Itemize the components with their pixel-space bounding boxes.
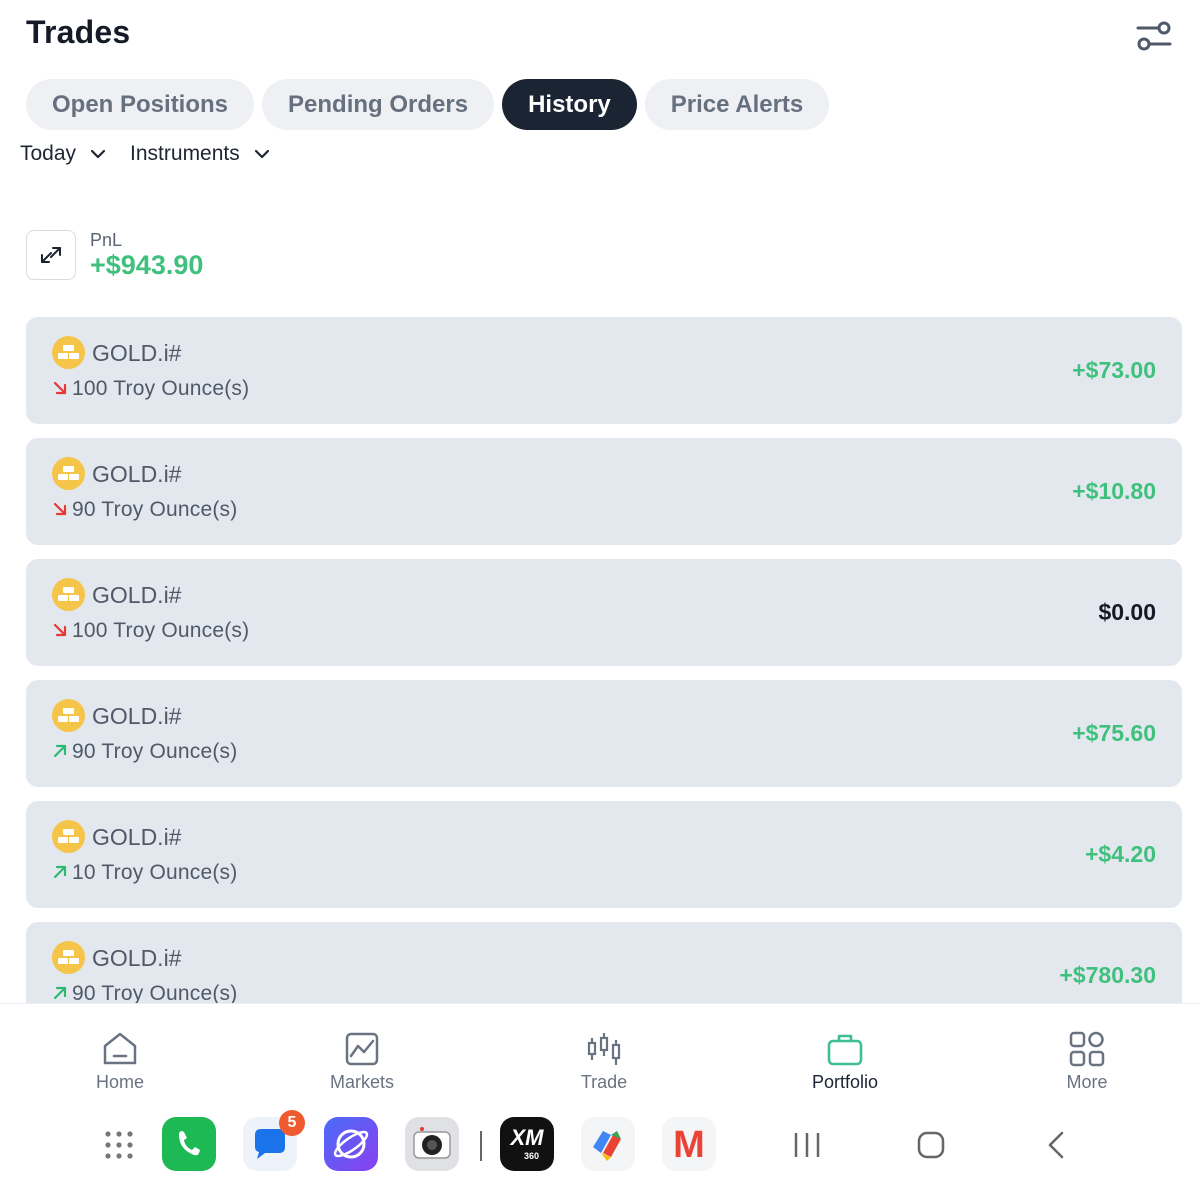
arrow-up-right-icon: [53, 744, 67, 758]
messages-badge: 5: [279, 1110, 305, 1136]
chart-icon: [345, 1032, 379, 1066]
xm-label: XM: [510, 1125, 544, 1150]
trade-symbol: GOLD.i#: [92, 340, 182, 366]
trade-symbol: GOLD.i#: [92, 945, 182, 971]
pnl-toggle-button[interactable]: [26, 230, 76, 280]
trade-symbol: GOLD.i#: [92, 824, 182, 850]
camera-app-icon[interactable]: [405, 1117, 459, 1171]
trade-card[interactable]: GOLD.i# 90 Troy Ounce(s) +$780.30: [26, 922, 1182, 1003]
phone-app-icon[interactable]: [162, 1117, 216, 1171]
system-dock: 5 XM 360 M: [0, 1103, 1200, 1184]
arrow-up-right-icon: [53, 986, 67, 1000]
gold-bars-icon: [52, 457, 85, 490]
nav-trade-label: Trade: [580, 1072, 628, 1092]
home-button-icon[interactable]: [916, 1130, 946, 1160]
arrow-down-right-icon: [53, 502, 67, 516]
recent-apps-icon[interactable]: [792, 1131, 822, 1159]
trade-symbol: GOLD.i#: [92, 703, 182, 729]
nav-markets-label: Markets: [329, 1072, 394, 1092]
gold-bars-icon: [52, 699, 85, 732]
trade-card[interactable]: GOLD.i# 90 Troy Ounce(s) +$10.80: [26, 438, 1182, 545]
chevron-down-icon: [254, 149, 269, 159]
arrow-up-right-icon: [53, 865, 67, 879]
trade-symbol: GOLD.i#: [92, 582, 182, 608]
nav-markets[interactable]: Markets: [292, 1030, 432, 1093]
filters: Today Instruments: [20, 142, 270, 166]
browser-app-icon[interactable]: [324, 1117, 378, 1171]
gold-bars-icon: [52, 941, 85, 974]
trade-pnl: +$10.80: [1072, 478, 1156, 504]
dock-separator: [480, 1131, 482, 1161]
trade-card[interactable]: GOLD.i# 90 Troy Ounce(s) +$75.60: [26, 680, 1182, 787]
trade-quantity: 10 Troy Ounce(s): [72, 861, 238, 884]
trade-quantity: 90 Troy Ounce(s): [72, 498, 238, 521]
arrow-down-right-icon: [53, 381, 67, 395]
swap-arrows-icon: [41, 247, 61, 263]
gmail-label: M: [673, 1124, 705, 1166]
trade-quantity: 90 Troy Ounce(s): [72, 982, 238, 1003]
nav-portfolio-label: Portfolio: [811, 1072, 879, 1092]
trade-quantity: 90 Troy Ounce(s): [72, 740, 238, 763]
trade-pnl: +$75.60: [1072, 720, 1156, 746]
gold-bars-icon: [52, 820, 85, 853]
trade-symbol: GOLD.i#: [92, 461, 182, 487]
nav-portfolio[interactable]: Portfolio: [775, 1030, 915, 1093]
briefcase-icon: [827, 1034, 863, 1066]
trade-history-list[interactable]: GOLD.i# 100 Troy Ounce(s) +$73.00 GOLD.i…: [26, 317, 1182, 1003]
pnl-label: PnL: [90, 230, 123, 250]
trade-card[interactable]: GOLD.i# 100 Troy Ounce(s) $0.00: [26, 559, 1182, 666]
trade-card[interactable]: GOLD.i# 10 Troy Ounce(s) +$4.20: [26, 801, 1182, 908]
nav-trade[interactable]: Trade: [534, 1030, 674, 1093]
instruments-dropdown[interactable]: Instruments: [130, 142, 270, 166]
sliders-icon: [1136, 21, 1172, 51]
messages-app-icon[interactable]: 5: [243, 1110, 305, 1171]
app-drawer-icon[interactable]: [104, 1130, 134, 1160]
xm-sublabel: 360: [524, 1151, 540, 1161]
trade-pnl: +$73.00: [1072, 357, 1156, 383]
header: Trades: [26, 14, 1174, 54]
page-title: Trades: [26, 14, 131, 50]
google-pay-app-icon[interactable]: [581, 1117, 635, 1171]
trade-pnl: +$4.20: [1085, 841, 1156, 867]
back-button-icon[interactable]: [1044, 1130, 1068, 1160]
tab-pending-orders[interactable]: Pending Orders: [262, 79, 495, 130]
filter-settings-button[interactable]: [1134, 18, 1174, 54]
trade-quantity: 100 Troy Ounce(s): [72, 619, 250, 642]
nav-home[interactable]: Home: [50, 1030, 190, 1093]
xm-app-icon[interactable]: XM 360: [500, 1117, 554, 1171]
trade-tabs: Open Positions Pending Orders History Pr…: [26, 79, 830, 130]
tab-open-positions[interactable]: Open Positions: [26, 79, 255, 130]
gold-bars-icon: [52, 336, 85, 369]
gmail-app-icon[interactable]: M: [662, 1117, 716, 1171]
candlestick-icon: [587, 1033, 621, 1065]
period-label: Today: [20, 142, 77, 165]
home-icon: [103, 1032, 137, 1065]
trade-card[interactable]: GOLD.i# 100 Troy Ounce(s) +$73.00: [26, 317, 1182, 424]
nav-home-label: Home: [95, 1072, 144, 1092]
trade-pnl: $0.00: [1098, 599, 1156, 625]
tab-price-alerts[interactable]: Price Alerts: [644, 79, 830, 130]
bottom-nav: Home Markets Trade Portfolio More: [0, 1003, 1200, 1103]
gold-bars-icon: [52, 578, 85, 611]
nav-more[interactable]: More: [1017, 1030, 1157, 1093]
period-dropdown[interactable]: Today: [20, 142, 106, 166]
grid-icon: [1069, 1031, 1105, 1067]
instruments-label: Instruments: [130, 142, 240, 165]
trade-pnl: +$780.30: [1059, 962, 1156, 988]
trade-quantity: 100 Troy Ounce(s): [72, 377, 250, 400]
chevron-down-icon: [90, 149, 106, 159]
nav-more-label: More: [1066, 1072, 1108, 1092]
tab-history[interactable]: History: [502, 79, 637, 130]
arrow-down-right-icon: [53, 623, 67, 637]
pnl-value: +$943.90: [90, 250, 204, 280]
